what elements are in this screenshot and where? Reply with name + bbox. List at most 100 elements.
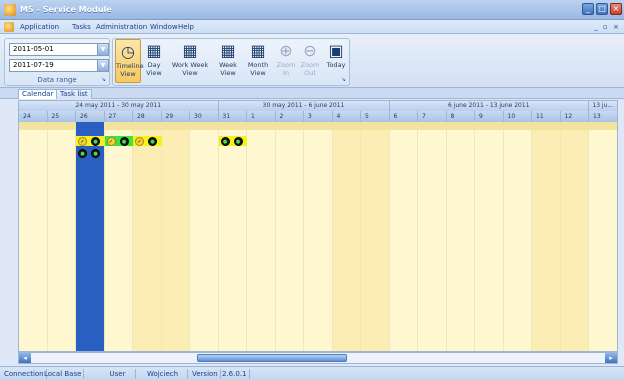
maximize-button[interactable]: □: [596, 3, 608, 15]
view-button-label: Work Week View: [171, 61, 209, 77]
tab-task-list[interactable]: Task list: [56, 89, 92, 99]
day-header-8[interactable]: 8: [446, 111, 475, 122]
views-launcher-icon[interactable]: ↘: [341, 76, 346, 83]
day-column[interactable]: [133, 122, 162, 351]
day-header-25[interactable]: 25: [47, 111, 76, 122]
day-column[interactable]: [161, 122, 190, 351]
menu-app-icon[interactable]: [4, 22, 14, 32]
scroll-right-icon[interactable]: ▸: [605, 353, 617, 363]
day-column[interactable]: [276, 122, 304, 351]
status-dark-icon[interactable]: ●: [220, 136, 230, 146]
status-bar: Connection Local Base User Wojciech Vers…: [0, 366, 624, 380]
day-column[interactable]: [190, 122, 219, 351]
status-dark-icon[interactable]: ●: [148, 136, 157, 146]
status-dark-icon[interactable]: ●: [233, 136, 243, 146]
status-dark-icon[interactable]: ●: [119, 136, 129, 146]
view-button-timeline[interactable]: ◷ Timeline View: [115, 39, 144, 83]
status-dark-icon[interactable]: ●: [91, 136, 100, 146]
day-column[interactable]: [475, 122, 504, 351]
day-header-7[interactable]: 7: [418, 111, 447, 122]
day-column[interactable]: [589, 122, 617, 351]
day-header-13[interactable]: 13: [589, 111, 617, 122]
day-header-2[interactable]: 2: [275, 111, 304, 122]
menu-help[interactable]: Help: [178, 23, 194, 31]
day-header-4[interactable]: 4: [332, 111, 361, 122]
view-button-day-calendar[interactable]: ▦ Day View: [143, 39, 165, 83]
date-from-field[interactable]: 2011-05-01: [9, 43, 109, 56]
check-done-icon[interactable]: ✓: [135, 136, 144, 146]
mdi-restore-button[interactable]: ▫: [603, 23, 608, 31]
menu-tasks[interactable]: Tasks: [72, 23, 91, 31]
day-column[interactable]: [48, 122, 76, 351]
mdi-close-button[interactable]: ×: [613, 23, 619, 31]
view-button-label: Week View: [219, 61, 237, 77]
day-header-3[interactable]: 3: [304, 111, 333, 122]
day-column[interactable]: [390, 122, 418, 351]
title-bar: MS - Service Module _ □ ×: [0, 0, 624, 20]
day-header-10[interactable]: 10: [503, 111, 532, 122]
day-header-27[interactable]: 27: [104, 111, 133, 122]
today-calendar-icon: ▣: [328, 41, 344, 60]
day-header-5[interactable]: 5: [361, 111, 390, 122]
menu-application[interactable]: Application: [20, 23, 59, 31]
check-done-icon[interactable]: ✓: [78, 136, 87, 146]
day-column[interactable]: [560, 122, 589, 351]
day-column[interactable]: [19, 122, 48, 351]
menu-window[interactable]: Window: [150, 23, 178, 31]
week-header: 24 may 2011 - 30 may 2011: [19, 101, 219, 111]
day-column[interactable]: [304, 122, 333, 351]
status-connection-label: Connection: [2, 369, 47, 379]
date-to-dropdown-icon[interactable]: ▼: [97, 59, 109, 72]
zoom-out-icon: ⊖: [303, 41, 317, 60]
view-button-label: Zoom Out: [300, 61, 320, 77]
horizontal-scrollbar[interactable]: ◂ ▸: [18, 352, 618, 364]
day-header-26[interactable]: 26: [76, 111, 105, 122]
week-header: 13 ju...: [589, 101, 617, 111]
day-header-30[interactable]: 30: [190, 111, 219, 122]
day-column[interactable]: [247, 122, 276, 351]
date-range-label: Data range: [37, 76, 77, 84]
date-to-field[interactable]: 2011-07-19: [9, 59, 109, 72]
day-header-12[interactable]: 12: [560, 111, 589, 122]
minimize-button[interactable]: _: [582, 3, 594, 15]
day-column[interactable]: [332, 122, 361, 351]
day-column[interactable]: [361, 122, 390, 351]
day-column[interactable]: [504, 122, 532, 351]
view-button-zoom-out[interactable]: ⊖ Zoom Out: [299, 39, 321, 83]
check-done-icon[interactable]: ✓: [106, 136, 116, 146]
status-dark-icon[interactable]: ●: [78, 149, 87, 158]
close-button[interactable]: ×: [610, 3, 622, 15]
view-button-work-week-calendar[interactable]: ▦ Work Week View: [167, 39, 213, 83]
date-range-launcher-icon[interactable]: ↘: [101, 76, 106, 83]
view-button-zoom-in[interactable]: ⊕ Zoom In: [275, 39, 297, 83]
view-button-label: Timeline View: [116, 62, 144, 78]
day-column[interactable]: [105, 122, 133, 351]
work-week-calendar-icon: ▦: [182, 41, 198, 60]
day-header-31[interactable]: 31: [218, 111, 247, 122]
day-column[interactable]: [219, 122, 247, 351]
day-column[interactable]: [418, 122, 447, 351]
day-column[interactable]: [447, 122, 475, 351]
status-version-label: Version: [190, 369, 221, 379]
status-dark-icon[interactable]: ●: [91, 149, 100, 158]
timeline-calendar: 24 may 2011 - 30 may 2011 30 may 2011 - 6…: [18, 100, 618, 352]
scroll-left-icon[interactable]: ◂: [19, 353, 31, 363]
header-stripe: [19, 122, 76, 130]
day-header-9[interactable]: 9: [475, 111, 504, 122]
day-header-6[interactable]: 6: [389, 111, 418, 122]
view-button-label: Day View: [146, 61, 162, 77]
view-button-month-calendar[interactable]: ▦ Month View: [243, 39, 273, 83]
day-header-29[interactable]: 29: [161, 111, 190, 122]
day-header-28[interactable]: 28: [133, 111, 162, 122]
view-button-week-calendar[interactable]: ▦ Week View: [215, 39, 241, 83]
scroll-thumb[interactable]: [197, 354, 347, 362]
day-header-1[interactable]: 1: [247, 111, 276, 122]
tab-calendar[interactable]: Calendar: [18, 89, 58, 99]
day-header-24[interactable]: 24: [19, 111, 48, 122]
header-stripe: [104, 122, 617, 130]
menu-administration[interactable]: Administration: [96, 23, 147, 31]
mdi-minimize-button[interactable]: _: [594, 23, 598, 31]
day-column[interactable]: [532, 122, 561, 351]
day-header-11[interactable]: 11: [532, 111, 561, 122]
date-from-dropdown-icon[interactable]: ▼: [97, 43, 109, 56]
